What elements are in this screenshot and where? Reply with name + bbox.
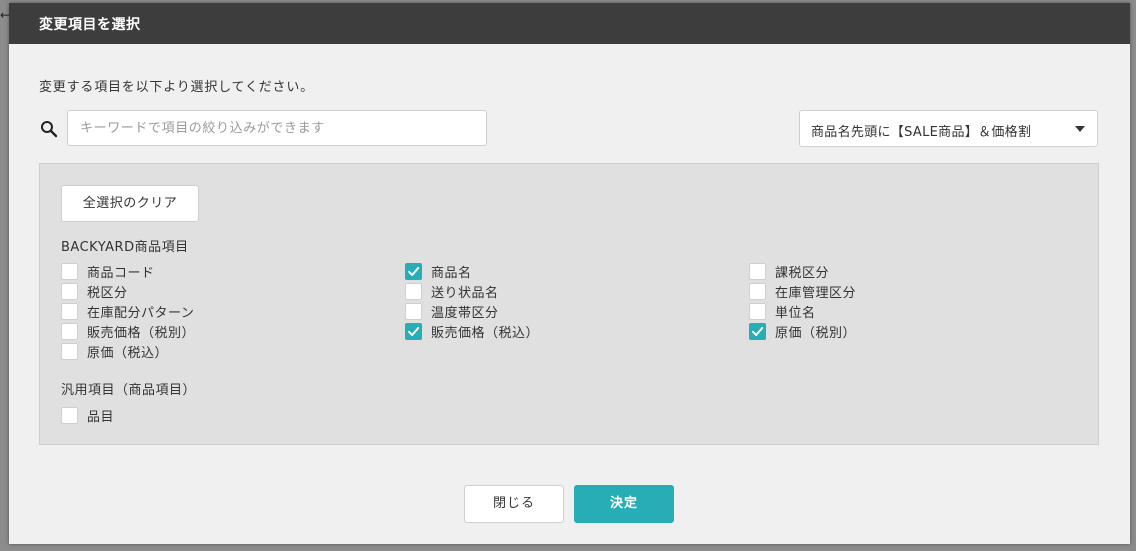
checkmark-icon xyxy=(408,266,420,276)
checkbox-label: 税区分 xyxy=(87,285,128,301)
search-icon xyxy=(41,121,58,138)
checkbox-item-product-code[interactable]: 商品コード xyxy=(61,262,155,281)
dialog-instruction: 変更する項目を以下より選択してください。 xyxy=(39,80,314,95)
checkbox[interactable] xyxy=(405,282,422,300)
checkbox-label: 販売価格（税込） xyxy=(431,325,540,341)
checkbox-item-temperature-zone[interactable]: 温度帯区分 xyxy=(405,302,499,321)
checkbox-label: 温度帯区分 xyxy=(431,305,499,321)
checkbox[interactable] xyxy=(749,322,766,340)
checkbox-label: 商品コード xyxy=(87,265,155,281)
checkbox[interactable] xyxy=(61,322,78,340)
checkbox-item-unit-name[interactable]: 単位名 xyxy=(749,302,816,321)
checkbox-item-invoice-item-name[interactable]: 送り状品名 xyxy=(405,282,499,301)
checkbox-label: 商品名 xyxy=(431,265,472,281)
checkbox-label: 原価（税別） xyxy=(775,325,857,341)
checkbox-label: 送り状品名 xyxy=(431,285,499,301)
checkbox[interactable] xyxy=(61,406,78,424)
checkbox-label: 品目 xyxy=(87,409,115,425)
checkbox-item-taxation-class[interactable]: 課税区分 xyxy=(749,262,830,281)
close-button[interactable]: 閉じる xyxy=(464,485,564,523)
checkbox[interactable] xyxy=(61,342,78,360)
checkmark-icon xyxy=(408,326,420,336)
keyword-filter-input[interactable] xyxy=(67,110,487,146)
checkbox-label: 原価（税込） xyxy=(87,345,169,361)
checkbox-item-product-name[interactable]: 商品名 xyxy=(405,262,472,281)
select-fields-dialog: 変更項目を選択 変更する項目を以下より選択してください。 商品名先頭に【SALE… xyxy=(9,3,1130,544)
checkbox-label: 単位名 xyxy=(775,305,816,321)
checkbox-item-price-excl-tax[interactable]: 販売価格（税別） xyxy=(61,322,196,341)
section-title-general: 汎用項目（商品項目） xyxy=(61,383,197,398)
checkbox-label: 在庫配分パターン xyxy=(87,305,195,321)
checkbox-item-stock-allocation-pattern[interactable]: 在庫配分パターン xyxy=(61,302,195,321)
caret-down-icon xyxy=(1075,126,1085,132)
preset-selected-value: 商品名先頭に【SALE商品】＆価格割 xyxy=(811,125,1032,140)
checkbox[interactable] xyxy=(749,302,766,320)
checkbox[interactable] xyxy=(405,262,422,280)
checkbox[interactable] xyxy=(61,262,78,280)
confirm-button[interactable]: 決定 xyxy=(574,485,674,523)
field-selection-panel: 全選択のクリア BACKYARD商品項目 商品コード 税区分 在庫配分パターン … xyxy=(39,163,1099,445)
checkbox[interactable] xyxy=(61,302,78,320)
checkmark-icon xyxy=(752,326,764,336)
checkbox-label: 課税区分 xyxy=(775,265,830,281)
dialog-header: 変更項目を選択 xyxy=(9,3,1130,44)
clear-selection-button[interactable]: 全選択のクリア xyxy=(61,185,199,222)
checkbox-item-product-category[interactable]: 品目 xyxy=(61,406,115,425)
checkbox[interactable] xyxy=(405,322,422,340)
checkbox-label: 販売価格（税別） xyxy=(87,325,196,341)
section-title-backyard: BACKYARD商品項目 xyxy=(61,240,189,255)
checkbox[interactable] xyxy=(405,302,422,320)
checkbox-item-cost-excl-tax[interactable]: 原価（税別） xyxy=(749,322,857,341)
checkbox-item-tax-class[interactable]: 税区分 xyxy=(61,282,128,301)
dialog-title: 変更項目を選択 xyxy=(39,17,141,33)
checkbox[interactable] xyxy=(749,262,766,280)
checkbox-item-price-incl-tax[interactable]: 販売価格（税込） xyxy=(405,322,540,341)
checkbox[interactable] xyxy=(749,282,766,300)
checkbox-item-stock-management-class[interactable]: 在庫管理区分 xyxy=(749,282,857,301)
preset-select[interactable]: 商品名先頭に【SALE商品】＆価格割 xyxy=(799,110,1098,147)
checkbox-label: 在庫管理区分 xyxy=(775,285,857,301)
checkbox[interactable] xyxy=(61,282,78,300)
checkbox-item-cost-incl-tax[interactable]: 原価（税込） xyxy=(61,342,169,361)
